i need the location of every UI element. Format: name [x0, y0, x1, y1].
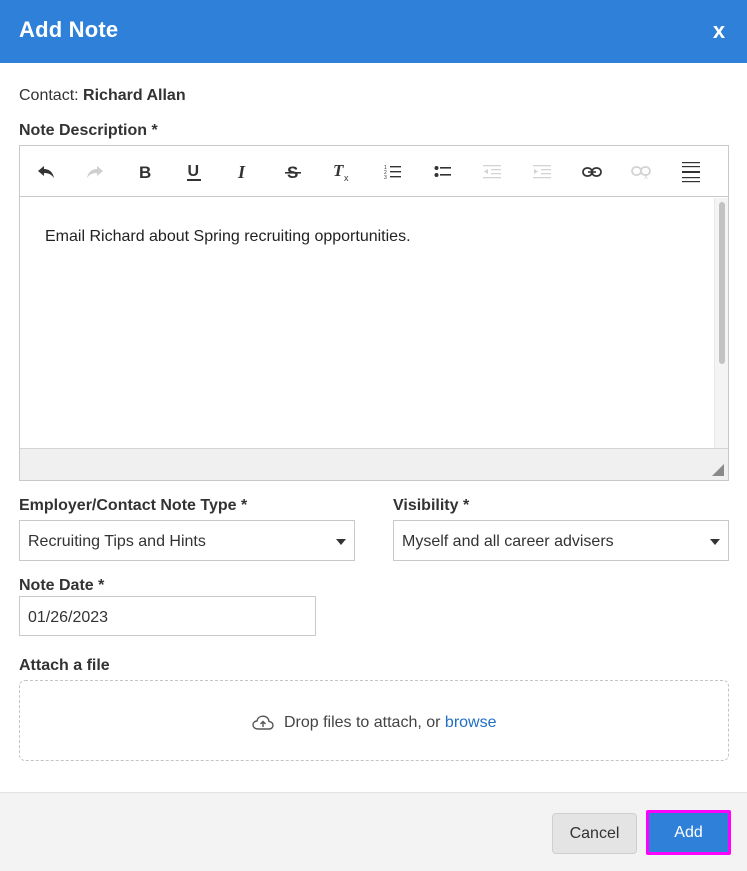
rich-text-editor: B U I S Tx 123 — [19, 145, 729, 481]
contact-line: Contact: Richard Allan — [19, 87, 186, 105]
editor-toolbar: B U I S Tx 123 — [20, 146, 728, 197]
browse-link[interactable]: browse — [445, 714, 497, 731]
editor-scrollbar[interactable] — [714, 198, 728, 448]
note-text: Email Richard about Spring recruiting op… — [45, 228, 411, 245]
dropzone-prompt: Drop files to attach, or browse — [20, 714, 728, 732]
decrease-indent-icon[interactable] — [477, 158, 507, 186]
dialog-footer: Cancel Add — [0, 792, 747, 871]
note-type-label: Employer/Contact Note Type * — [19, 497, 248, 514]
close-icon[interactable]: x — [709, 19, 729, 43]
increase-indent-icon[interactable] — [527, 158, 557, 186]
visibility-select[interactable]: Myself and all career advisers — [393, 520, 729, 561]
add-note-dialog: Add Note x Contact: Richard Allan Note D… — [0, 0, 747, 871]
bulleted-list-icon[interactable] — [428, 158, 458, 186]
numbered-list-icon[interactable]: 123 — [378, 158, 408, 186]
contact-name: Richard Allan — [83, 87, 186, 104]
add-button[interactable]: Add — [646, 810, 731, 855]
attach-file-label: Attach a file — [19, 657, 110, 674]
cancel-button[interactable]: Cancel — [552, 813, 637, 854]
editor-content-area[interactable]: Email Richard about Spring recruiting op… — [20, 198, 713, 448]
cloud-upload-icon — [251, 715, 274, 730]
undo-icon[interactable] — [31, 158, 61, 186]
chevron-down-icon — [336, 539, 346, 545]
note-type-select[interactable]: Recruiting Tips and Hints — [19, 520, 355, 561]
file-dropzone[interactable]: Drop files to attach, or browse — [19, 680, 729, 761]
redo-icon[interactable] — [80, 158, 110, 186]
note-type-value: Recruiting Tips and Hints — [28, 533, 206, 550]
scrollbar-thumb[interactable] — [719, 202, 725, 364]
italic-icon[interactable]: I — [228, 158, 258, 186]
note-date-label: Note Date * — [19, 577, 105, 594]
svg-text:B: B — [139, 163, 151, 181]
svg-text:U: U — [188, 163, 200, 180]
svg-text:3: 3 — [384, 175, 387, 180]
visibility-value: Myself and all career advisers — [402, 533, 614, 550]
dropzone-text: Drop files to attach, or — [283, 714, 441, 731]
editor-statusbar — [20, 448, 728, 480]
svg-text:I: I — [237, 163, 246, 181]
svg-text:x: x — [644, 172, 648, 179]
note-date-input[interactable]: 01/26/2023 — [19, 596, 316, 636]
underline-icon[interactable]: U — [179, 158, 209, 186]
svg-text:x: x — [344, 173, 349, 182]
link-icon[interactable] — [577, 158, 607, 186]
note-description-label: Note Description * — [19, 122, 158, 139]
resize-grip-icon[interactable] — [712, 464, 724, 476]
horizontal-rule-icon[interactable] — [676, 158, 706, 186]
unlink-icon[interactable]: x — [626, 158, 656, 186]
remove-format-icon[interactable]: Tx — [327, 158, 357, 186]
note-date-value: 01/26/2023 — [28, 609, 109, 626]
dialog-title: Add Note — [19, 17, 119, 42]
strikethrough-icon[interactable]: S — [278, 158, 308, 186]
bold-icon[interactable]: B — [130, 158, 160, 186]
chevron-down-icon — [710, 539, 720, 545]
svg-text:T: T — [333, 162, 344, 180]
contact-label: Contact: — [19, 87, 79, 104]
dialog-header: Add Note x — [0, 0, 747, 63]
visibility-label: Visibility * — [393, 497, 470, 514]
